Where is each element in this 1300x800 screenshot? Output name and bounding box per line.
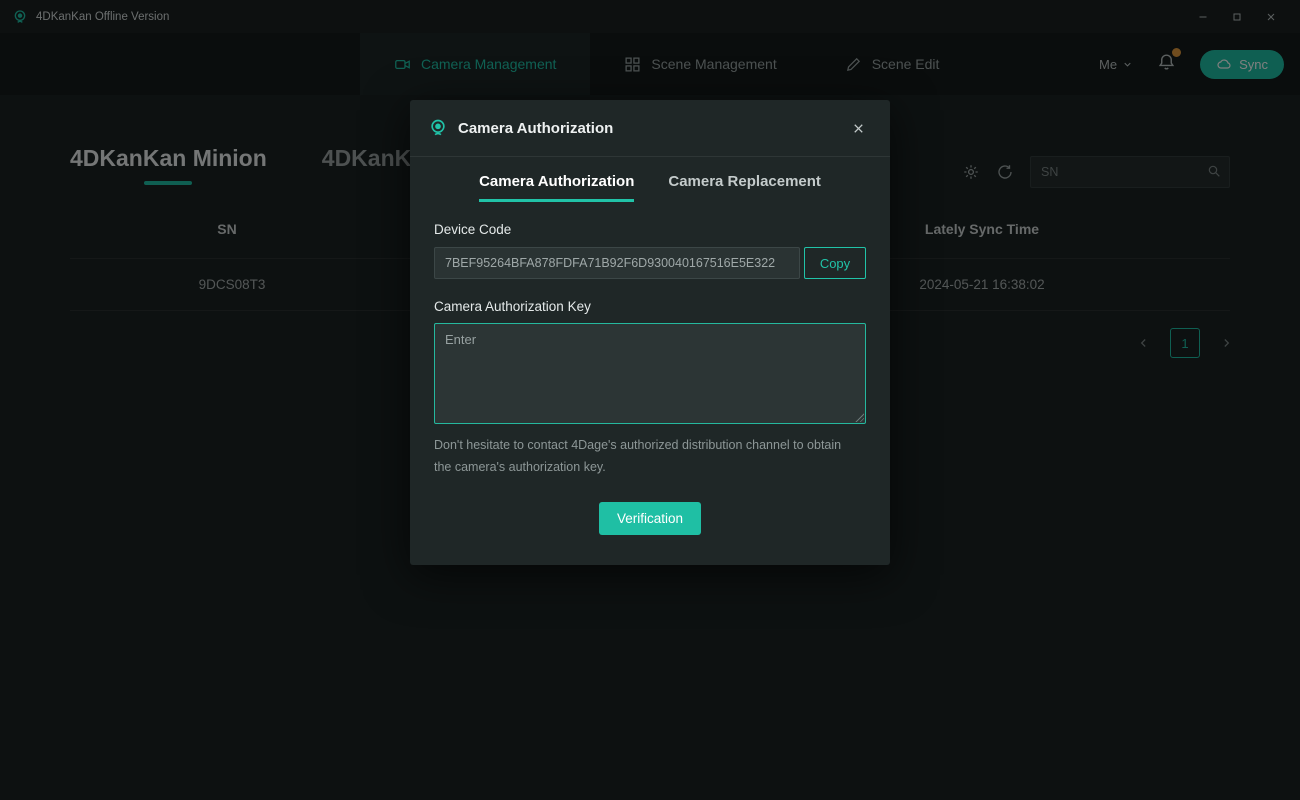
auth-key-field[interactable] (434, 323, 866, 424)
copy-button[interactable]: Copy (804, 247, 866, 279)
verification-button[interactable]: Verification (599, 502, 701, 535)
auth-key-wrap (434, 323, 866, 424)
webcam-logo-icon (428, 118, 448, 138)
device-code-row: Copy (434, 247, 866, 279)
app-window: 4DKanKan Offline Version (0, 0, 1300, 800)
dialog-title: Camera Authorization (458, 120, 613, 137)
dialog-header: Camera Authorization (410, 100, 890, 157)
dialog-tabs: Camera Authorization Camera Replacement (434, 173, 866, 202)
dialog-body: Camera Authorization Camera Replacement … (410, 157, 890, 565)
auth-key-label: Camera Authorization Key (434, 299, 866, 314)
close-dialog-button[interactable] (844, 114, 872, 142)
camera-authorization-dialog: Camera Authorization Camera Authorizatio… (410, 100, 890, 565)
close-icon (851, 121, 866, 136)
device-code-field[interactable] (434, 247, 800, 279)
help-text: Don't hesitate to contact 4Dage's author… (434, 434, 854, 478)
tab-camera-replacement[interactable]: Camera Replacement (668, 173, 821, 202)
device-code-label: Device Code (434, 222, 866, 237)
tab-camera-authorization[interactable]: Camera Authorization (479, 173, 634, 202)
